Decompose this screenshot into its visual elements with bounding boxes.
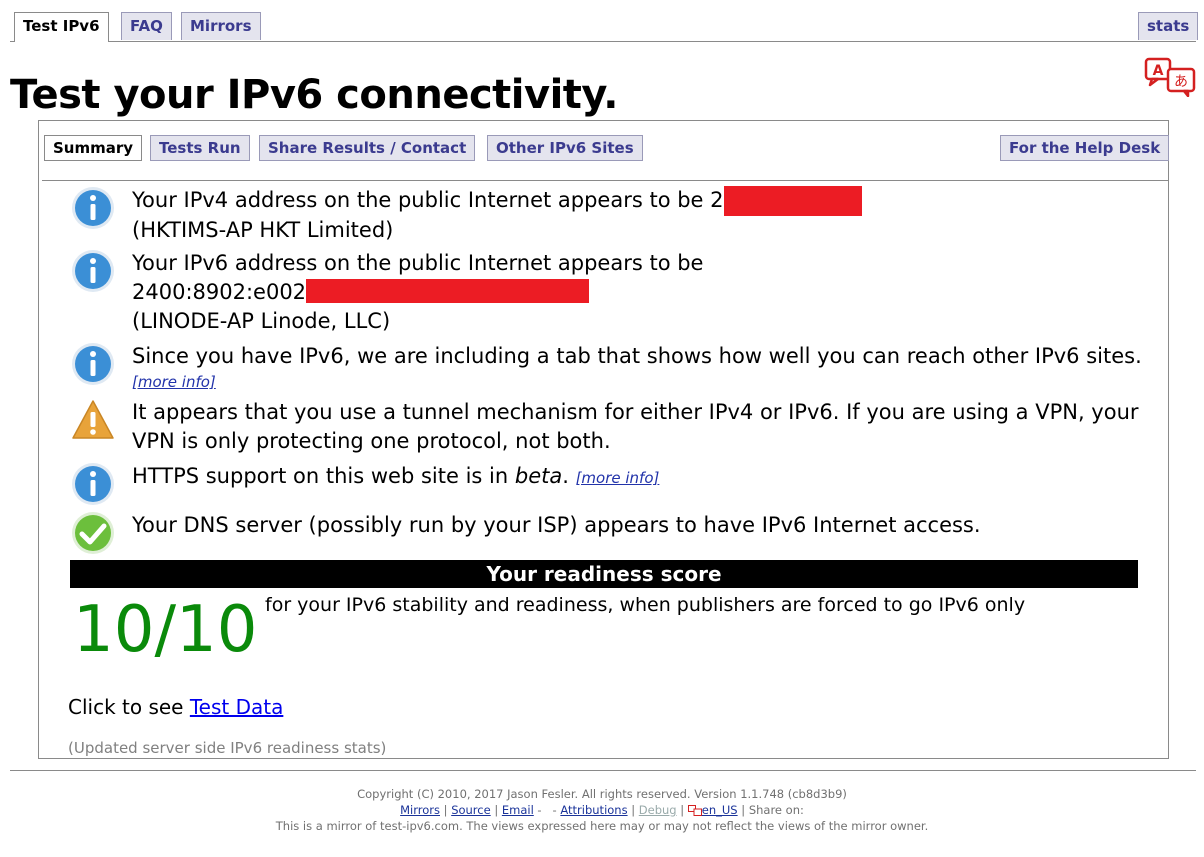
redacted-ipv4 (723, 186, 862, 216)
top-tab-bar: Test IPv6 FAQ Mirrors stats (10, 12, 1199, 42)
footer-divider (10, 770, 1196, 771)
https-text: HTTPS support on this web site is in (132, 464, 515, 488)
readiness-header: Your readiness score (70, 560, 1138, 588)
copyright: Copyright (C) 2010, 2017 Jason Fesler. A… (357, 787, 847, 801)
tab-faq[interactable]: FAQ (121, 12, 172, 40)
test-data-line: Click to see Test Data (68, 693, 283, 721)
tunnel-warning-line1: It appears that you use a tunnel mechani… (132, 400, 1139, 424)
check-icon (72, 512, 114, 554)
info-icon (72, 463, 114, 505)
results-panel: Summary Tests Run Share Results / Contac… (38, 120, 1170, 759)
https-text-end: . (562, 464, 576, 488)
ipv4-text: Your IPv4 address on the public Internet… (132, 188, 724, 212)
footer-email-link[interactable]: Email (502, 803, 534, 817)
page-title: Test your IPv6 connectivity. (10, 72, 619, 118)
tab-test-ipv6[interactable]: Test IPv6 (14, 12, 109, 42)
sub-tab-bar: Summary Tests Run Share Results / Contac… (42, 135, 1170, 181)
mirror-note: This is a mirror of test-ipv6.com. The v… (275, 819, 929, 833)
share-on-label: Share on: (748, 803, 804, 817)
info-icon (72, 250, 114, 292)
translate-icon[interactable]: A あ (1144, 57, 1198, 97)
ipv6-address: 2400:8902:e002 (132, 280, 307, 304)
footer-attributions-link[interactable]: Attributions (560, 803, 627, 817)
ipv6-text: Your IPv6 address on the public Internet… (132, 251, 704, 275)
svg-text:A: A (1153, 63, 1164, 79)
redacted-ipv6 (306, 279, 590, 303)
tab-summary[interactable]: Summary (44, 135, 143, 161)
translate-small-icon (687, 805, 702, 816)
info-icon (72, 187, 114, 229)
test-data-prefix: Click to see (68, 695, 190, 719)
tab-other-ipv6-sites[interactable]: Other IPv6 Sites (487, 135, 643, 161)
footer-locale-link[interactable]: en_US (702, 803, 738, 817)
tab-tests-run[interactable]: Tests Run (150, 135, 250, 161)
footer: Copyright (C) 2010, 2017 Jason Fesler. A… (0, 786, 1204, 834)
tunnel-warning-line2: VPN is only protecting one protocol, not… (132, 429, 611, 453)
footer-source-link[interactable]: Source (451, 803, 491, 817)
svg-text:あ: あ (1174, 74, 1188, 90)
info-icon (72, 343, 114, 385)
tab-share-results[interactable]: Share Results / Contact (259, 135, 476, 161)
warning-icon (72, 400, 114, 439)
more-info-link[interactable]: [more info] (132, 373, 216, 391)
https-beta: beta (514, 464, 563, 488)
readiness-description: for your IPv6 stability and readiness, w… (265, 594, 1026, 616)
tab-mirrors[interactable]: Mirrors (181, 12, 261, 40)
https-more-info-link[interactable]: [more info] (576, 469, 660, 487)
ipv6-isp: (LINODE-AP Linode, LLC) (132, 309, 391, 333)
footer-links: Mirrors | Source | Email - - Attribution… (400, 803, 804, 817)
footer-debug-link[interactable]: Debug (639, 803, 677, 817)
test-data-link[interactable]: Test Data (190, 695, 284, 719)
ipv4-isp: (HKTIMS-AP HKT Limited) (132, 218, 394, 242)
updated-stats-note: (Updated server side IPv6 readiness stat… (68, 739, 387, 757)
tab-stats[interactable]: stats (1138, 12, 1199, 40)
ipv6-tab-text: Since you have IPv6, we are including a … (132, 344, 1142, 368)
dns-text: Your DNS server (possibly run by your IS… (132, 513, 981, 537)
footer-mirrors-link[interactable]: Mirrors (400, 803, 440, 817)
tab-help-desk[interactable]: For the Help Desk (1000, 135, 1170, 161)
readiness-score: 10/10 (73, 593, 258, 667)
